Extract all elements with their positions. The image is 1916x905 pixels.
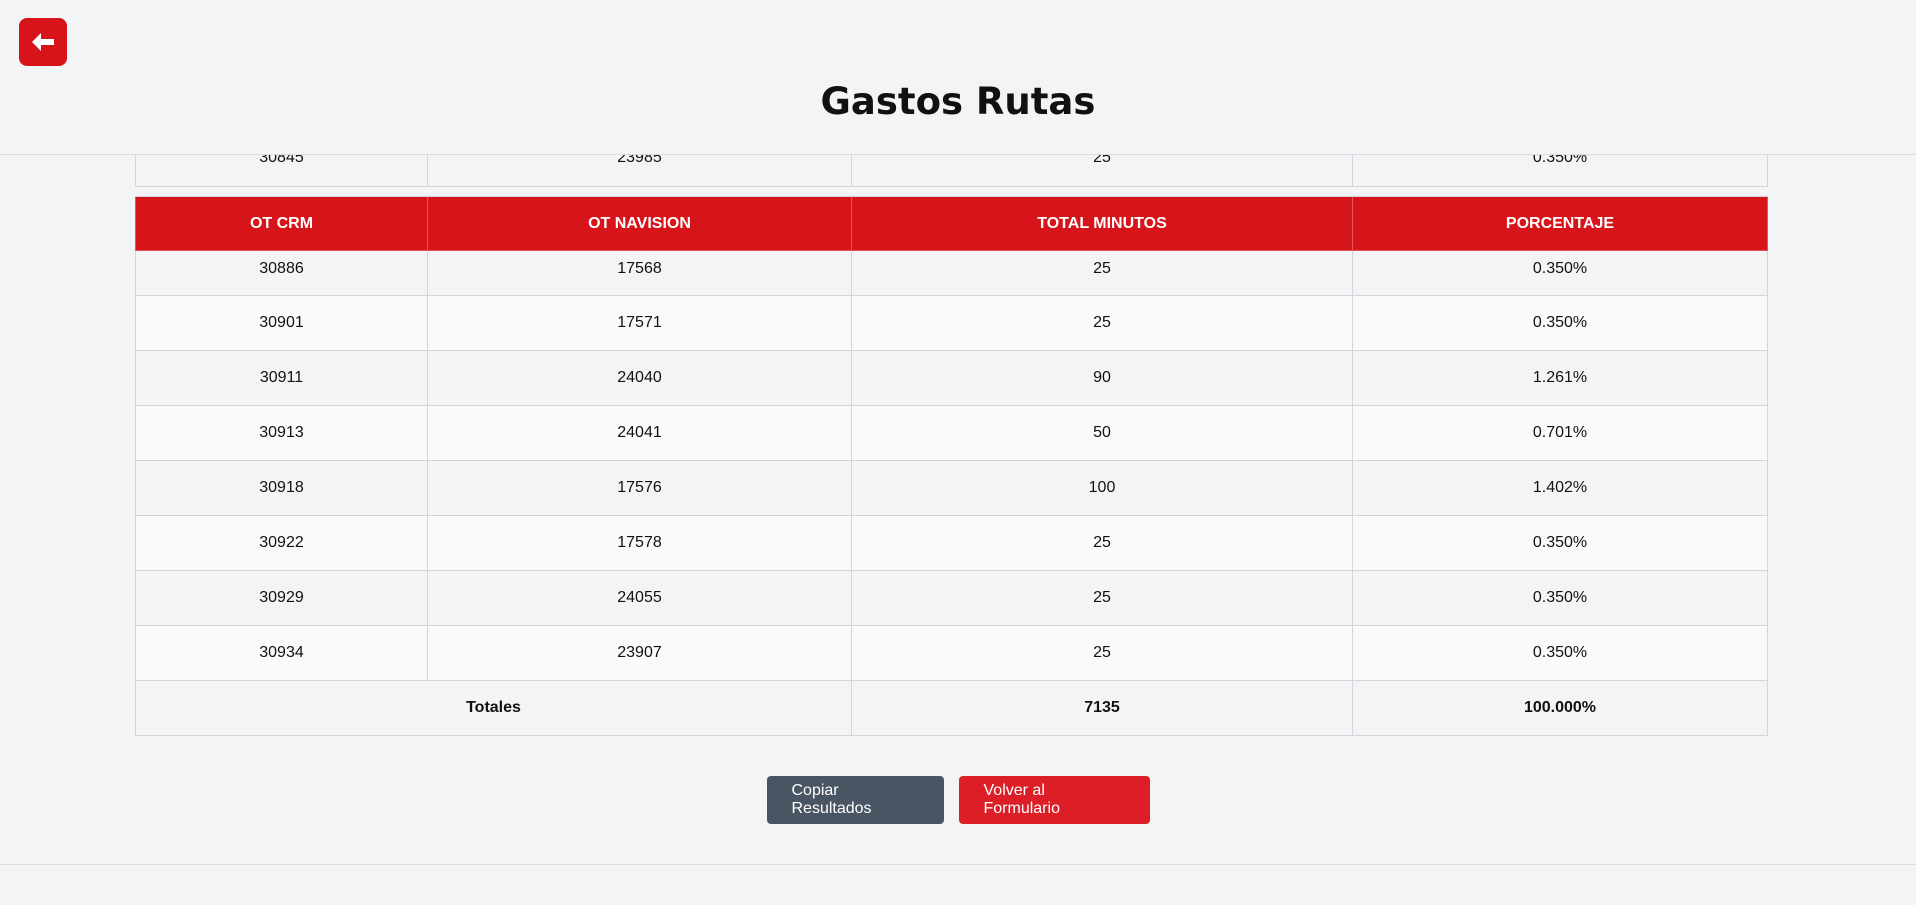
copy-results-button[interactable]: Copiar Resultados	[766, 776, 944, 824]
cell-total-minutos: 25	[851, 295, 1353, 351]
table-header-row: OT CRM OT NAVISION TOTAL MINUTOS PORCENT…	[135, 196, 1768, 251]
header-ot-navision: OT NAVISION	[427, 196, 852, 251]
header-total-minutos: TOTAL MINUTOS	[851, 196, 1353, 251]
cell-porcentaje: 0.350%	[1352, 570, 1768, 626]
footer-divider	[0, 864, 1916, 865]
cell-ot-navision: 17576	[427, 460, 852, 516]
cell-ot-crm: 30934	[135, 625, 428, 681]
cell-porcentaje: 0.350%	[1352, 625, 1768, 681]
cell-ot-crm: 30913	[135, 405, 428, 461]
cell-total-minutos: 100	[851, 460, 1353, 516]
table-row: 30934 23907 25 0.350%	[135, 625, 1768, 681]
table-row: 30922 17578 25 0.350%	[135, 515, 1768, 571]
table-row: 30911 24040 90 1.261%	[135, 350, 1768, 406]
cell-porcentaje: 0.350%	[1352, 250, 1768, 296]
totals-minutes: 7135	[851, 680, 1353, 736]
cell-total-minutos: 25	[851, 250, 1353, 296]
action-buttons: Copiar Resultados Volver al Formulario	[0, 776, 1916, 824]
cell-porcentaje: 0.350%	[1352, 295, 1768, 351]
cell-total-minutos: 90	[851, 350, 1353, 406]
cell-ot-crm: 30918	[135, 460, 428, 516]
cell-total-minutos: 25	[851, 515, 1353, 571]
cell-ot-crm: 30901	[135, 295, 428, 351]
cell-ot-navision: 17571	[427, 295, 852, 351]
results-table-container: 30845 23985 25 0.350% OT CRM OT NAVISION…	[135, 140, 1768, 736]
cell-porcentaje: 0.350%	[1352, 515, 1768, 571]
page-title: Gastos Rutas	[820, 80, 1096, 123]
totals-label: Totales	[135, 680, 852, 736]
cell-total-minutos: 25	[851, 625, 1353, 681]
cell-total-minutos: 50	[851, 405, 1353, 461]
cell-ot-crm: 30911	[135, 350, 428, 406]
back-to-form-button[interactable]: Volver al Formulario	[958, 776, 1150, 824]
cell-ot-navision: 24040	[427, 350, 852, 406]
table-gap	[135, 186, 1768, 197]
table-row: 30913 24041 50 0.701%	[135, 405, 1768, 461]
cell-porcentaje: 1.402%	[1352, 460, 1768, 516]
table-row: 30886 17568 25 0.350%	[135, 250, 1768, 296]
table-row: 30918 17576 100 1.402%	[135, 460, 1768, 516]
cell-total-minutos: 25	[851, 570, 1353, 626]
cell-ot-navision: 24041	[427, 405, 852, 461]
header-porcentaje: PORCENTAJE	[1352, 196, 1768, 251]
cell-ot-crm: 30886	[135, 250, 428, 296]
back-button[interactable]	[19, 18, 67, 66]
table-row: 30901 17571 25 0.350%	[135, 295, 1768, 351]
header-ot-crm: OT CRM	[135, 196, 428, 251]
totals-percent: 100.000%	[1352, 680, 1768, 736]
cell-porcentaje: 0.701%	[1352, 405, 1768, 461]
cell-ot-navision: 17568	[427, 250, 852, 296]
cell-ot-navision: 17578	[427, 515, 852, 571]
cell-ot-navision: 24055	[427, 570, 852, 626]
table-row: 30929 24055 25 0.350%	[135, 570, 1768, 626]
arrow-left-icon	[32, 33, 54, 51]
header: Gastos Rutas	[0, 0, 1916, 155]
cell-porcentaje: 1.261%	[1352, 350, 1768, 406]
cell-ot-crm: 30929	[135, 570, 428, 626]
cell-ot-crm: 30922	[135, 515, 428, 571]
results-table: 30845 23985 25 0.350% OT CRM OT NAVISION…	[135, 140, 1768, 736]
page: Gastos Rutas 30845 23985 25 0.350% OT CR…	[0, 0, 1916, 905]
totals-row: Totales 7135 100.000%	[135, 680, 1768, 736]
cell-ot-navision: 23907	[427, 625, 852, 681]
